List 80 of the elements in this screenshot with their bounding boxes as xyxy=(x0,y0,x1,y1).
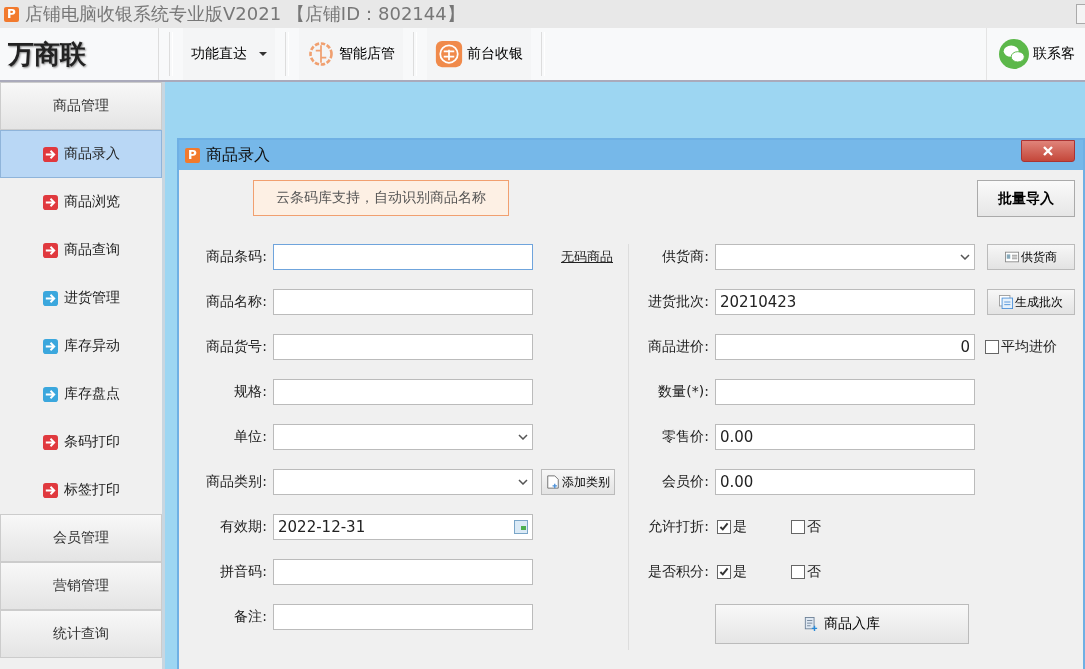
field-label: 有效期: xyxy=(219,518,267,536)
input-field[interactable] xyxy=(273,244,533,270)
checkmark-icon xyxy=(718,566,730,578)
sidebar-item[interactable]: 进货管理 xyxy=(0,274,162,322)
caret-icon xyxy=(259,52,267,56)
dialog-title: 商品录入 xyxy=(206,144,270,166)
input-field[interactable] xyxy=(273,469,533,495)
checkbox[interactable]: 是 xyxy=(717,563,747,581)
field-label: 商品名称: xyxy=(205,293,267,311)
batch-import-button[interactable]: 批量导入 xyxy=(977,180,1075,217)
document-plus-icon xyxy=(804,617,818,631)
sidebar-section-button[interactable]: 统计查询 xyxy=(0,610,162,658)
input-field[interactable] xyxy=(715,244,975,270)
app-logo-icon: P xyxy=(4,6,19,22)
checkbox[interactable]: 是 xyxy=(717,518,747,536)
input-field[interactable]: 2022-12-31 xyxy=(273,514,533,540)
input-field[interactable] xyxy=(273,559,533,585)
sidebar-item[interactable]: 标签打印 xyxy=(0,466,162,514)
field-label: 零售价: xyxy=(661,428,709,446)
no-barcode-link[interactable]: 无码商品 xyxy=(561,248,613,266)
sidebar-item[interactable]: 库存异动 xyxy=(0,322,162,370)
chevron-down-icon xyxy=(518,434,528,440)
input-field[interactable] xyxy=(273,604,533,630)
toolbar-button[interactable]: 功能直达 xyxy=(183,28,275,80)
generate-batch-button[interactable]: 生成批次 xyxy=(987,289,1075,315)
input-field[interactable] xyxy=(273,424,533,450)
field-label: 允许打折: xyxy=(647,518,709,536)
chevron-down-icon xyxy=(518,479,528,485)
add-category-button[interactable]: 添加类别 xyxy=(541,469,615,495)
input-field[interactable] xyxy=(273,289,533,315)
sidebar-section-button[interactable]: 商品管理 xyxy=(0,82,162,130)
field-label: 供货商: xyxy=(661,248,709,266)
brand-logo: 万商联 xyxy=(0,28,159,80)
toolbar-button[interactable]: 前台收银 xyxy=(427,28,531,80)
close-icon xyxy=(1043,146,1053,156)
dialog-logo-icon: P xyxy=(185,147,200,163)
coin-icon xyxy=(435,40,463,68)
input-field[interactable]: 0 xyxy=(715,334,975,360)
input-field[interactable]: 0.00 xyxy=(715,424,975,450)
chevron-down-icon xyxy=(960,254,970,260)
list-icon xyxy=(999,295,1013,309)
field-label: 规格: xyxy=(233,383,267,401)
submit-button[interactable]: 商品入库 xyxy=(715,604,969,644)
contact-card-icon xyxy=(1005,250,1019,264)
field-label: 拼音码: xyxy=(219,563,267,581)
field-label: 单位: xyxy=(233,428,267,446)
field-label: 会员价: xyxy=(661,473,709,491)
field-label: 商品货号: xyxy=(205,338,267,356)
input-field[interactable]: 0.00 xyxy=(715,469,975,495)
notice-banner: 云条码库支持，自动识别商品名称 xyxy=(253,180,509,216)
sidebar-item[interactable]: 商品浏览 xyxy=(0,178,162,226)
chat-bubbles-icon xyxy=(999,39,1029,69)
sidebar-section-button[interactable]: 营销管理 xyxy=(0,562,162,610)
input-field[interactable] xyxy=(715,379,975,405)
field-label: 进货批次: xyxy=(647,293,709,311)
checkmark-icon xyxy=(718,521,730,533)
checkbox[interactable]: 平均进价 xyxy=(985,338,1057,356)
sidebar-item[interactable]: 库存盘点 xyxy=(0,370,162,418)
toolbar-button[interactable]: 智能店管 xyxy=(299,28,403,80)
field-label: 是否积分: xyxy=(647,563,709,581)
minimize-button[interactable] xyxy=(1076,4,1085,24)
sidebar-item[interactable]: 商品查询 xyxy=(0,226,162,274)
field-label: 备注: xyxy=(233,608,267,626)
checkbox[interactable]: 否 xyxy=(791,563,821,581)
supplier-button[interactable]: 供货商 xyxy=(987,244,1075,270)
sidebar-item[interactable]: 商品录入 xyxy=(0,130,162,178)
field-label: 商品进价: xyxy=(647,338,709,356)
sidebar-section-button[interactable]: 会员管理 xyxy=(0,514,162,562)
input-field[interactable]: 20210423 xyxy=(715,289,975,315)
input-field[interactable] xyxy=(273,334,533,360)
window-title: 店铺电脑收银系统专业版V2021 【店铺ID：802144】 xyxy=(25,2,465,26)
field-label: 商品条码: xyxy=(205,248,267,266)
field-label: 数量(*): xyxy=(657,383,709,401)
close-button[interactable] xyxy=(1021,140,1075,162)
calendar-icon xyxy=(514,520,528,534)
document-plus-icon xyxy=(546,475,560,489)
input-field[interactable] xyxy=(273,379,533,405)
sidebar-item[interactable]: 条码打印 xyxy=(0,418,162,466)
checkbox[interactable]: 否 xyxy=(791,518,821,536)
field-label: 商品类别: xyxy=(205,473,267,491)
